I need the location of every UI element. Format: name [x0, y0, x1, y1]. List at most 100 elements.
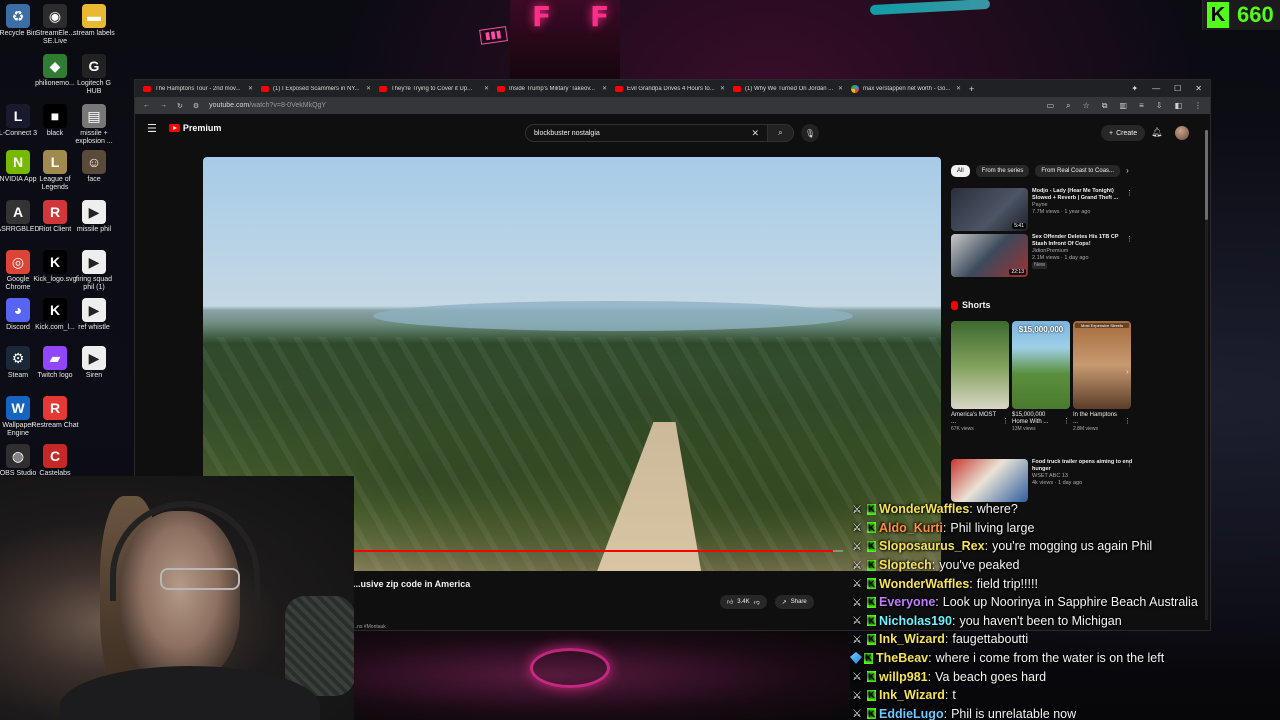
chat-username[interactable]: Aldo_Kurti [879, 521, 943, 535]
video-thumbnail[interactable] [951, 459, 1028, 502]
zoom-icon[interactable]: ⌕ [1066, 101, 1070, 111]
desktop-shortcut[interactable]: R Restream Chat [31, 396, 79, 430]
hamburger-menu-icon[interactable]: ☰ [147, 122, 157, 135]
video-progress-bar[interactable] [353, 550, 843, 552]
new-tab-icon[interactable]: + [969, 84, 974, 94]
thumbs-down-icon[interactable]: 👎︎ [754, 598, 760, 606]
back-icon[interactable]: ← [143, 102, 150, 109]
tab-close-icon[interactable]: ✕ [838, 85, 843, 92]
browser-tab[interactable]: They're Trying to Cover it Up... ✕ [375, 81, 493, 96]
share-button[interactable]: ↗ Share [774, 595, 814, 609]
browser-menu-icon[interactable]: ⋮ [1194, 101, 1202, 111]
tab-close-icon[interactable]: ✕ [956, 85, 961, 92]
search-button[interactable]: ⌕ [768, 124, 794, 142]
desktop-shortcut[interactable]: ▶ ref whistle [70, 298, 118, 332]
close-window-icon[interactable]: ✕ [1195, 84, 1202, 93]
tab-close-icon[interactable]: ✕ [602, 85, 607, 92]
browser-tab[interactable]: (1) Why We Turned On Jordan ... ✕ [729, 81, 847, 96]
channel-name[interactable]: Payne [1032, 202, 1133, 209]
tab-close-icon[interactable]: ✕ [248, 85, 253, 92]
chat-text: you haven't been to Michigan [959, 613, 1122, 628]
desktop-shortcut[interactable]: ☺ face [70, 150, 118, 184]
chat-username[interactable]: Sloposaurus_Rex [879, 539, 985, 553]
short-thumbnail[interactable]: $15,000,000 [1012, 321, 1070, 409]
youtube-logo[interactable]: Premium [168, 123, 221, 133]
filter-chip[interactable]: All [951, 165, 970, 177]
chat-username[interactable]: willp981 [879, 670, 928, 684]
chat-username[interactable]: WonderWaffles [879, 577, 969, 591]
more-options-icon[interactable]: ⋮ [1002, 417, 1009, 425]
recommended-video[interactable]: 5:41 Modjo - Lady (Hear Me Tonight) Slowe… [951, 188, 1133, 232]
chat-username[interactable]: Ink_Wizard [879, 688, 945, 702]
maximize-icon[interactable]: ☐ [1174, 84, 1181, 93]
create-button[interactable]: + Create [1101, 125, 1146, 141]
lconnect-icon: L [6, 104, 30, 128]
chips-next-icon[interactable]: › [1126, 165, 1129, 177]
chat-username[interactable]: Ink_Wizard [879, 632, 945, 646]
downloads-icon[interactable]: ⇩ [1156, 101, 1163, 111]
browser-tab[interactable]: Inside Trump's Military 'Takeov... ✕ [493, 81, 611, 96]
url-field[interactable]: youtube.com/watch?v=8-0VekMkQgY [209, 102, 1036, 109]
minimize-icon[interactable]: — [1152, 84, 1160, 93]
channel-name[interactable]: JidionPremium [1032, 248, 1133, 255]
filter-chip[interactable]: From the series [975, 165, 1030, 177]
desktop-shortcut[interactable]: ▶ Siren [70, 346, 118, 380]
short-thumbnail[interactable]: Most Expensive Streets [1073, 321, 1131, 409]
video-thumbnail[interactable]: 22:13 [951, 234, 1028, 277]
chat-username[interactable]: Nicholas190 [879, 614, 952, 628]
short-card[interactable]: America's MOST ... 67K views ⋮ [951, 321, 1009, 432]
account-avatar[interactable] [1175, 126, 1189, 140]
short-card[interactable]: $15,000,000 $15,000,000 Home With ... 13M … [1012, 321, 1070, 432]
video-thumbnail[interactable]: 5:41 [951, 188, 1028, 231]
site-info-icon[interactable]: ⚙ [193, 102, 199, 110]
clear-search-icon[interactable]: ✕ [751, 128, 759, 139]
more-options-icon[interactable]: ⋮ [1126, 235, 1133, 243]
desktop-shortcut[interactable]: ▶ missile phil [70, 200, 118, 234]
filter-chip[interactable]: From Real Coast to Coas... [1035, 165, 1121, 177]
profile-icon[interactable]: ✦ [1131, 84, 1138, 93]
desktop-shortcut[interactable]: ▶ firing squad phil (1) [70, 250, 118, 292]
more-options-icon[interactable]: ⋮ [1063, 417, 1070, 425]
chat-username[interactable]: WonderWaffles [879, 502, 969, 516]
browser-tab[interactable]: (1) I Exposed Scammers in NY... ✕ [257, 81, 375, 96]
sidebar-icon[interactable]: ▥ [1120, 101, 1128, 111]
search-input[interactable]: blockbuster nostalgia ✕ [525, 124, 768, 142]
more-options-icon[interactable]: ⋮ [1124, 417, 1131, 425]
forward-icon[interactable]: → [160, 102, 167, 109]
shorts-next-icon[interactable]: › [1126, 367, 1129, 376]
video-hashtags[interactable]: ...ns #Montauk [353, 624, 386, 630]
scrollbar-thumb[interactable] [1205, 130, 1208, 220]
more-options-icon[interactable]: ⋮ [1126, 189, 1133, 197]
like-button[interactable]: 👍︎ 3.4K 👎︎ [720, 595, 767, 609]
more-options-icon[interactable]: ⋮ [1126, 460, 1133, 468]
reload-icon[interactable]: ↻ [177, 102, 183, 110]
desktop-shortcut-label: missile + explosion ... [75, 130, 113, 145]
recommended-video[interactable]: Food truck trailer opens aiming to end h… [951, 459, 1133, 503]
tab-close-icon[interactable]: ✕ [366, 85, 371, 92]
short-card[interactable]: Most Expensive Streets In the Hamptons ..… [1073, 321, 1131, 432]
cast-icon[interactable]: ▭ [1047, 101, 1055, 111]
chat-username[interactable]: Everyone [879, 595, 935, 609]
browser-tab[interactable]: Evil Grandpa Drives 4 Hours to... ✕ [611, 81, 729, 96]
desktop-shortcut[interactable]: ▤ missile + explosion ... [70, 104, 118, 146]
notifications-bell-icon[interactable]: 🔔︎ [1151, 127, 1162, 138]
desktop-shortcut[interactable]: G Logitech G HUB [70, 54, 118, 96]
channel-name[interactable]: WSET ABC 13 [1032, 473, 1133, 480]
tab-close-icon[interactable]: ✕ [720, 85, 725, 92]
browser-tab[interactable]: The Hamptons Tour - 2nd mov... ✕ [139, 81, 257, 96]
chat-username[interactable]: TheBeav [876, 651, 928, 665]
tools-icon[interactable]: ◧ [1174, 101, 1182, 111]
chat-username[interactable]: EddieLugo [879, 707, 944, 720]
recommended-video[interactable]: 22:13 Sex Offender Deletes His 1TB CP Sta… [951, 234, 1133, 278]
chat-username[interactable]: Sloptech [879, 558, 932, 572]
desktop-shortcut[interactable]: C Castelabs [31, 444, 79, 478]
desktop-shortcut[interactable]: ▬ stream labels [70, 4, 118, 38]
video-actions: 👍︎ 3.4K 👎︎ ↗ Share [720, 595, 814, 609]
voice-search-button[interactable]: 🎙︎ [801, 124, 819, 142]
media-control-icon[interactable]: ≡ [1139, 101, 1144, 111]
tab-close-icon[interactable]: ✕ [484, 85, 489, 92]
bookmark-star-icon[interactable]: ☆ [1083, 101, 1090, 111]
short-thumbnail[interactable] [951, 321, 1009, 409]
browser-tab[interactable]: max verstappen net worth - Go... ✕ [847, 81, 965, 96]
extensions-icon[interactable]: ⧉ [1102, 101, 1108, 111]
